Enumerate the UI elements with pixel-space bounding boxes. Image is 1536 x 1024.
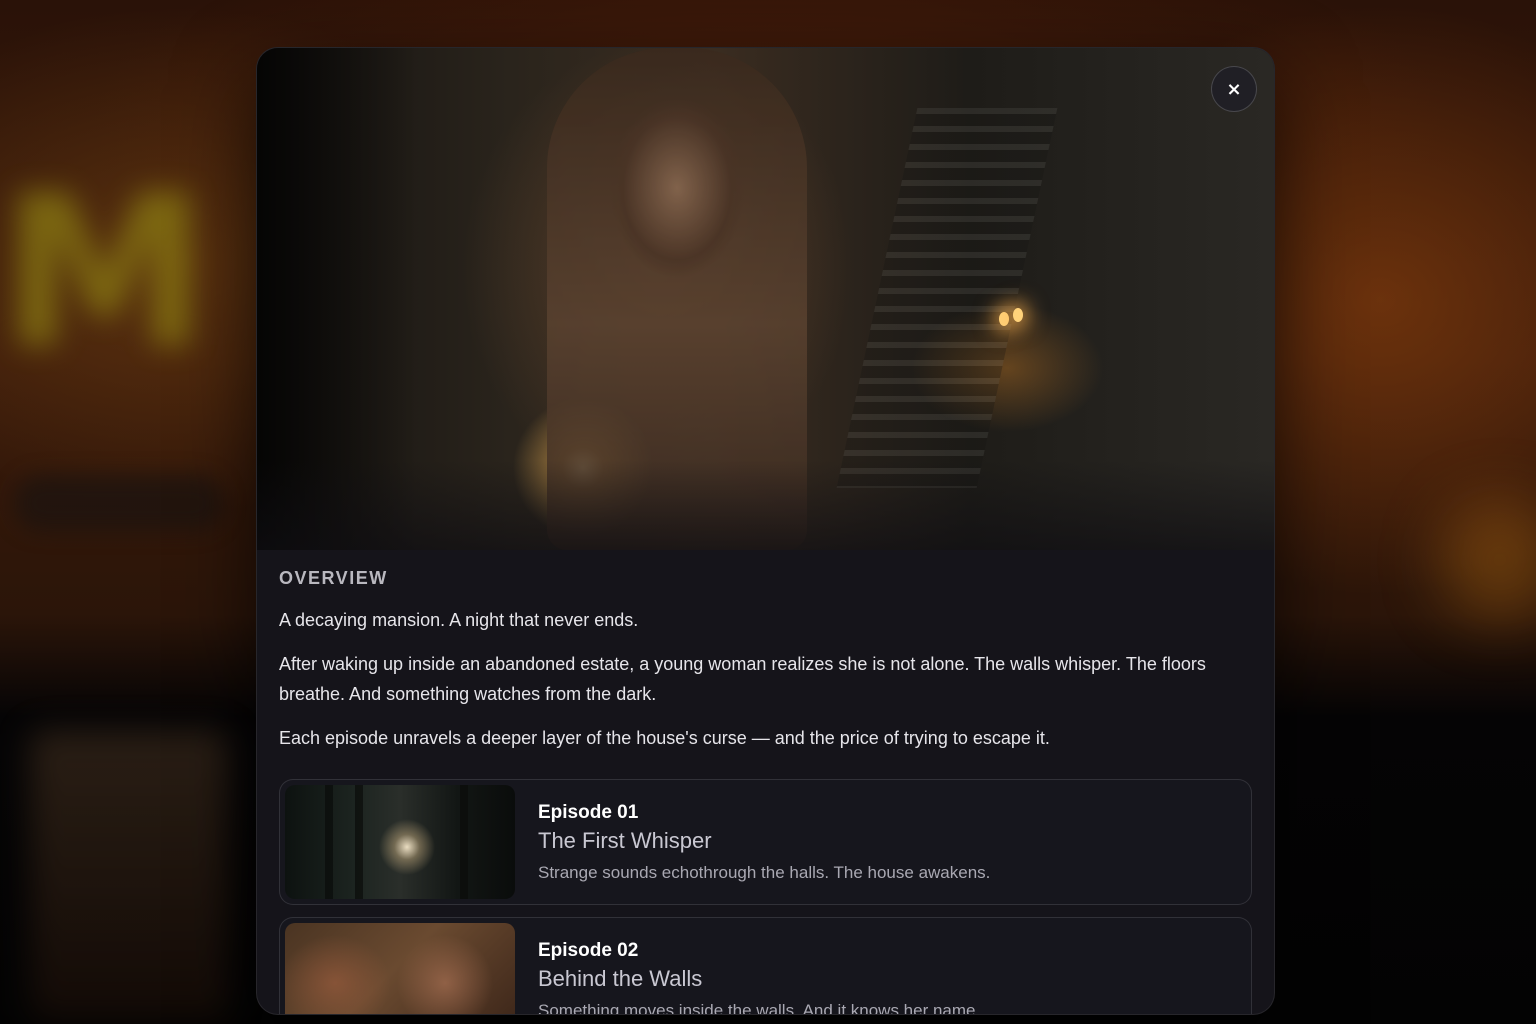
episode-number: Episode 02 bbox=[538, 939, 639, 961]
staircase-shape bbox=[836, 108, 1058, 488]
background-title-blur: M bbox=[0, 150, 209, 395]
close-icon: × bbox=[1226, 78, 1242, 100]
modal-content: OVERVIEW A decaying mansion. A night tha… bbox=[257, 550, 1274, 1015]
episode-info: Episode 02 Behind the Walls Something mo… bbox=[538, 939, 981, 1015]
episode-description: Something moves inside the walls. And it… bbox=[538, 1000, 981, 1015]
episode-card[interactable]: Episode 01 The First Whisper Strange sou… bbox=[279, 779, 1252, 905]
candle-glow bbox=[1013, 308, 1023, 322]
close-button[interactable]: × bbox=[1211, 66, 1257, 112]
hero-image: × bbox=[257, 48, 1274, 550]
episode-list: Episode 01 The First Whisper Strange sou… bbox=[279, 779, 1252, 1015]
episode-thumbnail bbox=[285, 785, 515, 899]
background-button-blur bbox=[14, 475, 224, 531]
candle-glow bbox=[999, 312, 1009, 326]
show-detail-modal: × OVERVIEW A decaying mansion. A night t… bbox=[256, 47, 1275, 1015]
background-glow bbox=[1440, 500, 1536, 620]
episode-card[interactable]: Episode 02 Behind the Walls Something mo… bbox=[279, 917, 1252, 1015]
episode-title: Behind the Walls bbox=[538, 965, 703, 991]
overview-paragraph: Each episode unravels a deeper layer of … bbox=[279, 728, 1050, 748]
background-card-blur bbox=[30, 730, 230, 1020]
overview-paragraph: A decaying mansion. A night that never e… bbox=[279, 610, 639, 630]
overview-paragraph: After waking up inside an abandoned esta… bbox=[279, 654, 1206, 704]
episode-title: The First Whisper bbox=[538, 827, 712, 853]
episode-thumbnail bbox=[285, 923, 515, 1014]
episode-number: Episode 01 bbox=[538, 801, 639, 823]
episode-info: Episode 01 The First Whisper Strange sou… bbox=[538, 802, 990, 883]
episode-description: Strange sounds echothrough the halls. Th… bbox=[538, 862, 991, 882]
overview-heading: OVERVIEW bbox=[279, 568, 388, 588]
